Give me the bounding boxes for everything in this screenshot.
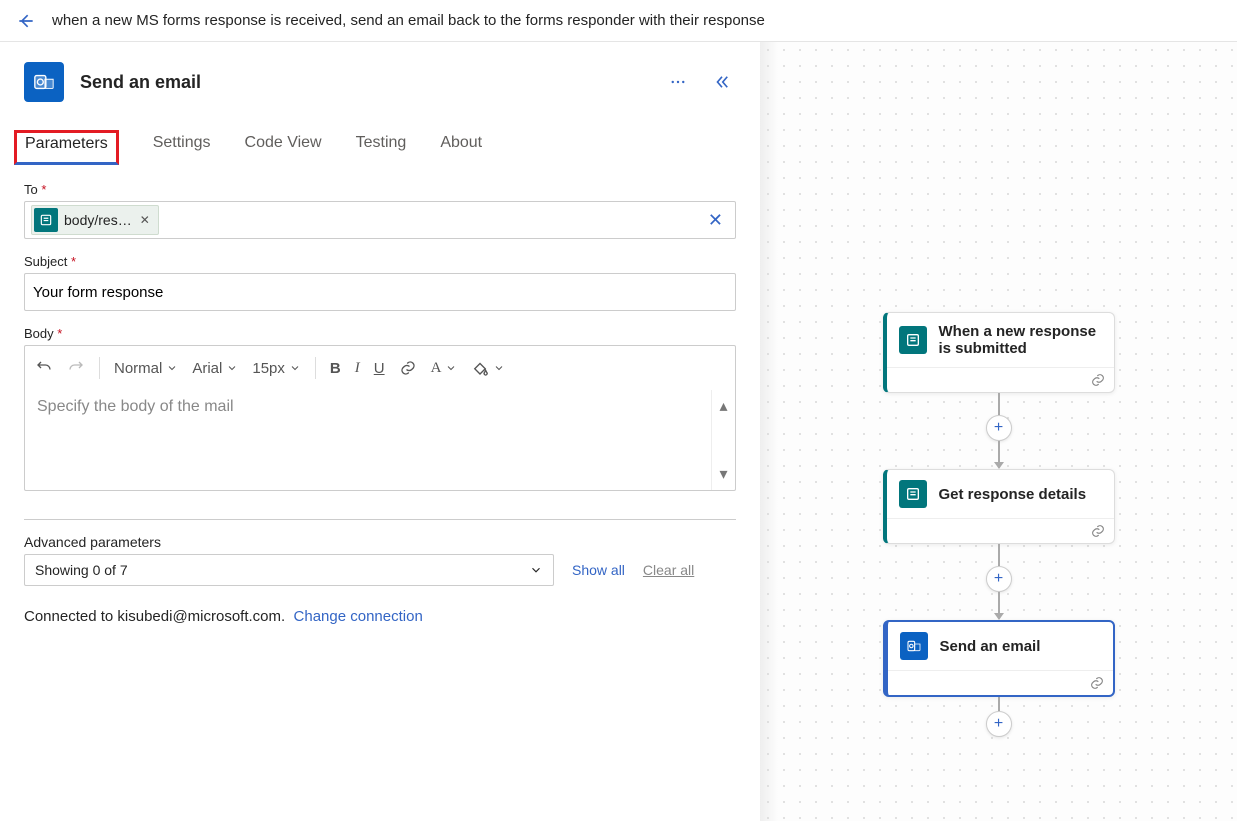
scroll-up-icon: ▴: [719, 396, 727, 416]
flow-card-send-email[interactable]: Send an email: [883, 620, 1115, 697]
chevron-down-icon: [166, 362, 178, 374]
highlight-dropdown[interactable]: [471, 359, 505, 377]
tabs: Parameters Settings Code View Testing Ab…: [24, 130, 736, 165]
action-config-panel: Send an email Parameters Settings Code V…: [0, 42, 760, 821]
chevron-down-icon: [493, 362, 505, 374]
mail-app-icon: [33, 71, 55, 93]
arrow-left-icon: [16, 11, 36, 31]
connection-icon: [1090, 372, 1106, 388]
more-horizontal-icon: [669, 73, 687, 91]
connection-info: Connected to kisubedi@microsoft.com. Cha…: [24, 608, 736, 625]
arrow-down-icon: [994, 462, 1004, 469]
chevron-down-icon: [529, 563, 543, 577]
clear-input-icon[interactable]: ✕: [702, 210, 729, 231]
advanced-parameters-section: Advanced parameters Showing 0 of 7 Show …: [24, 534, 736, 586]
undo-button[interactable]: [35, 359, 53, 377]
add-step-button[interactable]: +: [986, 566, 1012, 592]
advanced-label: Advanced parameters: [24, 534, 736, 550]
connector: [998, 544, 1000, 566]
font-family-dropdown[interactable]: Arial: [192, 360, 238, 377]
panel-title: Send an email: [80, 72, 648, 93]
underline-button[interactable]: U: [374, 360, 385, 377]
font-color-dropdown[interactable]: A: [431, 360, 458, 377]
add-step-button[interactable]: +: [986, 415, 1012, 441]
scroll-down-icon: ▾: [719, 464, 727, 484]
card-title: When a new response is submitted: [939, 323, 1102, 357]
subject-input-wrapper: [24, 273, 736, 311]
italic-button[interactable]: I: [355, 360, 360, 377]
more-button[interactable]: [664, 68, 692, 96]
forms-icon: [34, 208, 58, 232]
paragraph-style-dropdown[interactable]: Normal: [114, 360, 178, 377]
flow-card-get-details[interactable]: Get response details: [883, 469, 1115, 544]
chevron-down-icon: [289, 362, 301, 374]
subject-input[interactable]: [31, 283, 729, 302]
outlook-icon: [900, 632, 928, 660]
body-placeholder: Specify the body of the mail: [37, 398, 234, 415]
rtb-toolbar: Normal Arial 15px B I U: [25, 346, 735, 390]
tab-testing[interactable]: Testing: [356, 130, 407, 165]
link-button[interactable]: [399, 359, 417, 377]
undo-icon: [35, 359, 53, 377]
subject-label: Subject *: [24, 254, 76, 269]
paint-bucket-icon: [471, 359, 489, 377]
connector: [998, 393, 1000, 415]
connector: [998, 592, 1000, 614]
outlook-icon: [24, 62, 64, 102]
connector: [998, 697, 1000, 711]
to-label: To *: [24, 182, 46, 197]
link-icon: [399, 359, 417, 377]
connection-icon: [1089, 675, 1105, 691]
body-label: Body *: [24, 326, 62, 341]
redo-icon: [67, 359, 85, 377]
redo-button[interactable]: [67, 359, 85, 377]
editor-scrollbar[interactable]: ▴ ▾: [711, 390, 735, 490]
chevron-down-icon: [445, 362, 457, 374]
card-title: Send an email: [940, 638, 1041, 655]
chevron-down-icon: [226, 362, 238, 374]
rich-text-editor: Normal Arial 15px B I U: [24, 345, 736, 491]
show-all-link[interactable]: Show all: [572, 562, 625, 578]
flow-card-trigger[interactable]: When a new response is submitted: [883, 312, 1115, 393]
dynamic-content-token[interactable]: body/res… ✕: [31, 205, 159, 235]
divider: [24, 519, 736, 520]
flow-column: When a new response is submitted + Get r…: [883, 312, 1115, 737]
arrow-down-icon: [994, 613, 1004, 620]
field-subject: Subject *: [24, 253, 736, 311]
token-remove-icon[interactable]: ✕: [138, 213, 152, 227]
connection-icon: [1090, 523, 1106, 539]
add-step-button[interactable]: +: [986, 711, 1012, 737]
tab-parameters[interactable]: Parameters: [14, 130, 119, 165]
forms-icon: [899, 326, 927, 354]
field-body: Body * Normal Arial: [24, 325, 736, 491]
collapse-panel-button[interactable]: [708, 68, 736, 96]
change-connection-link[interactable]: Change connection: [294, 608, 423, 625]
bold-button[interactable]: B: [330, 360, 341, 377]
forms-icon: [899, 480, 927, 508]
clear-all-link[interactable]: Clear all: [643, 562, 694, 578]
tab-settings[interactable]: Settings: [153, 130, 211, 165]
flow-canvas[interactable]: When a new response is submitted + Get r…: [760, 42, 1237, 821]
token-label: body/res…: [64, 212, 132, 228]
flow-name: when a new MS forms response is received…: [52, 12, 765, 29]
chevrons-left-icon: [713, 73, 731, 91]
body-editor[interactable]: Specify the body of the mail ▴ ▾: [25, 390, 735, 490]
connector: [998, 441, 1000, 463]
to-input[interactable]: body/res… ✕ ✕: [24, 201, 736, 239]
field-to: To * body/res… ✕ ✕: [24, 181, 736, 239]
card-title: Get response details: [939, 486, 1087, 503]
back-button[interactable]: [12, 7, 40, 35]
tab-about[interactable]: About: [440, 130, 482, 165]
tab-code-view[interactable]: Code View: [245, 130, 322, 165]
font-size-dropdown[interactable]: 15px: [252, 360, 301, 377]
top-bar: when a new MS forms response is received…: [0, 0, 1237, 42]
advanced-parameters-dropdown[interactable]: Showing 0 of 7: [24, 554, 554, 586]
